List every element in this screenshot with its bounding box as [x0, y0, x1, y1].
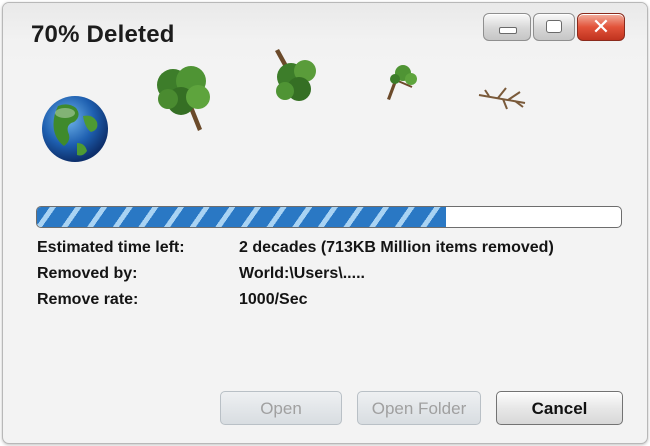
- tree-full-icon: [157, 66, 210, 131]
- deletion-progress-bar: [36, 206, 622, 228]
- tree-dead-icon: [478, 87, 526, 110]
- detail-value: 2 decades (713KB Million items removed): [239, 239, 554, 256]
- deforestation-illustration: [42, 49, 526, 162]
- detail-value: 1000/Sec: [239, 291, 308, 308]
- open-button[interactable]: Open: [220, 391, 342, 425]
- open-folder-button[interactable]: Open Folder: [357, 391, 481, 425]
- tree-falling-icon: [275, 49, 316, 101]
- detail-label: Estimated time left:: [37, 239, 185, 256]
- tree-sparse-icon: [387, 65, 417, 100]
- detail-value: World:\Users\.....: [239, 265, 365, 282]
- delete-progress-dialog: 70% Deleted ✕ Estimated time left: 2 dec…: [2, 2, 648, 444]
- progress-fill: [37, 207, 446, 227]
- cancel-button[interactable]: Cancel: [496, 391, 623, 425]
- globe-icon: [42, 96, 108, 162]
- detail-label: Removed by:: [37, 265, 138, 282]
- detail-label: Remove rate:: [37, 291, 139, 308]
